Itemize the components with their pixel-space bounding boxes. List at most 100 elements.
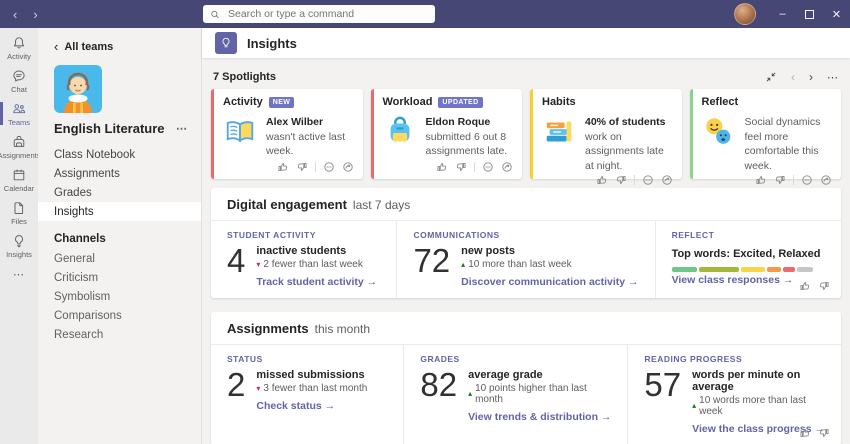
channel-list: General Criticism Symbolism Comparisons … [38, 249, 201, 344]
share-icon[interactable] [501, 161, 513, 173]
comment-icon[interactable] [801, 174, 813, 186]
sidebar-item-activity[interactable]: Activity [0, 31, 38, 64]
maximize-button[interactable] [796, 0, 823, 28]
back-icon[interactable]: ‹ [13, 8, 17, 21]
card-title: Reflect [702, 96, 739, 108]
menu-item-assignments[interactable]: Assignments [38, 164, 201, 183]
sidebar-item-teams[interactable]: Teams [0, 97, 38, 130]
titlebar: ‹ › – ✕ [0, 0, 850, 28]
channel-research[interactable]: Research [38, 325, 201, 344]
card-title: Workload [383, 96, 433, 108]
sidebar-item-insights[interactable]: Insights [0, 229, 38, 262]
menu-item-insights[interactable]: Insights [38, 202, 201, 221]
assignments-section: Assignments this month STATUS 2 missed s… [211, 312, 841, 444]
delta-indicator: ▴ 10 points higher than last month [468, 383, 611, 405]
thumbs-up-icon[interactable] [755, 174, 767, 186]
sentiment-bar [672, 267, 813, 272]
section-title: Assignments [227, 321, 309, 336]
menu-item-grades[interactable]: Grades [38, 183, 201, 202]
comment-icon[interactable] [642, 174, 654, 186]
comment-icon[interactable] [482, 161, 494, 173]
view-class-responses-link[interactable]: View class responses → [672, 274, 794, 286]
close-button[interactable]: ✕ [823, 0, 850, 28]
thumbs-down-icon[interactable] [774, 174, 786, 186]
thumbs-up-icon[interactable] [799, 427, 811, 439]
spotlight-card[interactable]: Activity NEW Alex Wilber wasn't active l… [211, 89, 363, 179]
minimize-button[interactable]: – [769, 0, 796, 28]
chat-icon [11, 68, 27, 84]
sidebar-item-chat[interactable]: Chat [0, 64, 38, 97]
team-avatar[interactable] [54, 65, 102, 113]
comment-icon[interactable] [323, 161, 335, 173]
insights-app-icon [215, 32, 237, 54]
channel-symbolism[interactable]: Symbolism [38, 287, 201, 306]
page-title: Insights [247, 36, 297, 51]
thumbs-down-icon[interactable] [818, 427, 830, 439]
search-box[interactable] [203, 5, 435, 23]
divider [634, 175, 635, 185]
divider [315, 162, 316, 172]
metric-value: 4 [227, 245, 245, 288]
communications-column: COMMUNICATIONS 72 new posts ▴ 10 more th… [396, 221, 654, 298]
thumbs-up-icon[interactable] [799, 280, 811, 292]
all-teams-back[interactable]: ‹ All teams [38, 28, 201, 57]
backpack-icon [383, 115, 417, 149]
card-title: Activity [223, 96, 263, 108]
metric-value: 57 [644, 369, 681, 435]
channel-criticism[interactable]: Criticism [38, 268, 201, 287]
delta-indicator: ▾ 2 fewer than last week [256, 259, 377, 270]
more-apps-icon[interactable]: ⋯ [0, 268, 38, 281]
metric-value: 72 [413, 245, 450, 288]
spotlights-count: 7 Spotlights [213, 71, 276, 83]
thumbs-down-icon[interactable] [296, 161, 308, 173]
shakespeare-avatar-icon [54, 65, 102, 113]
spotlight-card[interactable]: Habits 40% of students work on assignmen… [530, 89, 682, 179]
search-input[interactable] [226, 7, 428, 21]
menu-item-class-notebook[interactable]: Class Notebook [38, 145, 201, 164]
spotlight-card[interactable]: Reflect Social dynamics feel more comfor… [690, 89, 842, 179]
spotlight-card[interactable]: Workload UPDATED Eldon Roque submitted 6… [371, 89, 523, 179]
user-avatar[interactable] [734, 3, 756, 25]
team-panel: ‹ All teams English Literature ⋯ Class N… [38, 28, 202, 444]
status-column: STATUS 2 missed submissions ▾ 3 fewer th… [211, 345, 403, 444]
section-subtitle: this month [315, 322, 370, 336]
track-student-activity-link[interactable]: Track student activity → [256, 276, 377, 288]
emoji-faces-icon [702, 115, 736, 149]
sidebar-item-assignments[interactable]: Assignments [0, 130, 38, 163]
thumbs-up-icon[interactable] [277, 161, 289, 173]
collapse-icon[interactable] [765, 71, 777, 83]
thumbs-down-icon[interactable] [818, 280, 830, 292]
delta-triangle-icon: ▾ [256, 261, 260, 269]
check-status-link[interactable]: Check status → [256, 400, 367, 412]
spotlights-more-icon[interactable]: ⋯ [827, 71, 839, 84]
next-spotlights-icon[interactable]: › [809, 71, 813, 83]
delta-indicator: ▴ 10 more than last week [461, 259, 638, 270]
thumbs-down-icon[interactable] [455, 161, 467, 173]
forward-icon[interactable]: › [33, 8, 37, 21]
delta-triangle-icon: ▴ [461, 261, 465, 269]
prev-spotlights-icon[interactable]: ‹ [791, 71, 795, 83]
backpack-icon [11, 134, 27, 150]
sidebar-item-files[interactable]: Files [0, 196, 38, 229]
view-trends-link[interactable]: View trends & distribution → [468, 411, 611, 423]
sidebar-item-calendar[interactable]: Calendar [0, 163, 38, 196]
card-title: Habits [542, 96, 576, 108]
divider [793, 175, 794, 185]
metric-value: 82 [420, 369, 457, 423]
app-rail: Activity Chat Teams Assignments Calendar… [0, 28, 38, 444]
share-icon[interactable] [342, 161, 354, 173]
thumbs-down-icon[interactable] [615, 174, 627, 186]
share-icon[interactable] [820, 174, 832, 186]
team-options-icon[interactable]: ⋯ [176, 122, 188, 135]
divider [474, 162, 475, 172]
delta-indicator: ▴ 10 words more than last week [692, 395, 825, 417]
file-icon [11, 200, 27, 216]
discover-communication-link[interactable]: Discover communication activity → [461, 276, 638, 288]
channel-general[interactable]: General [38, 249, 201, 268]
digital-engagement-section: Digital engagement last 7 days STUDENT A… [211, 188, 841, 298]
share-icon[interactable] [661, 174, 673, 186]
books-stack-icon [542, 115, 576, 149]
thumbs-up-icon[interactable] [596, 174, 608, 186]
channel-comparisons[interactable]: Comparisons [38, 306, 201, 325]
thumbs-up-icon[interactable] [436, 161, 448, 173]
